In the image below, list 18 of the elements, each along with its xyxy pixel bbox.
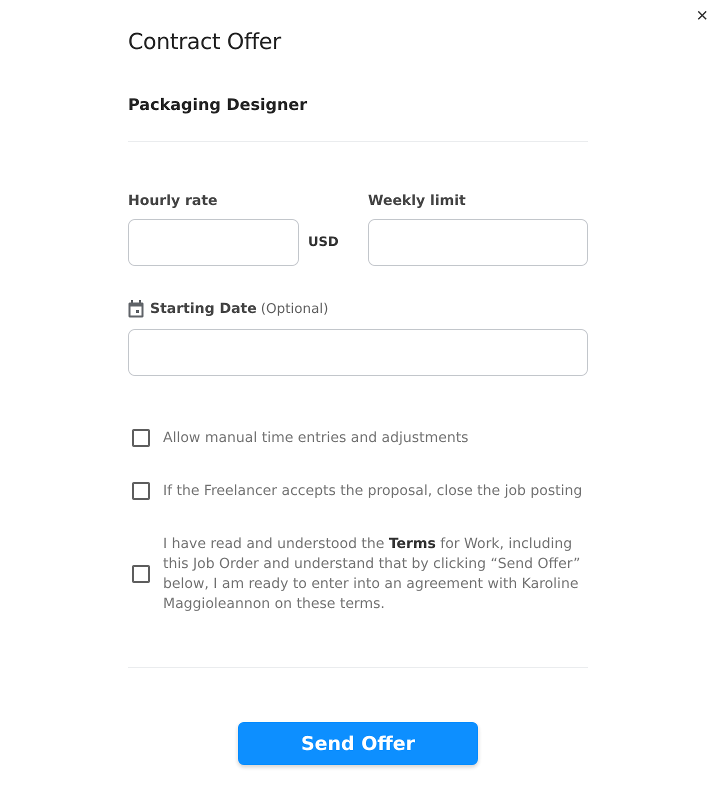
- checkbox[interactable]: [132, 482, 150, 500]
- dialog-title: Contract Offer: [128, 30, 282, 55]
- optional-note: (Optional): [260, 301, 328, 317]
- calendar-icon: [128, 300, 144, 318]
- weekly-limit-field[interactable]: [368, 219, 588, 266]
- close-button[interactable]: ×: [696, 6, 708, 26]
- checkbox-label: Allow manual time entries and adjustments: [163, 429, 468, 448]
- hourly-rate-field[interactable]: [128, 219, 299, 266]
- checkbox[interactable]: [132, 565, 150, 583]
- field-label: Weekly limit: [368, 193, 467, 209]
- currency-label: USD: [308, 235, 339, 250]
- starting-date-field[interactable]: [128, 329, 588, 376]
- checkbox-label: If the Freelancer accepts the proposal, close the job posting: [163, 482, 582, 501]
- field-label: Starting Date: [150, 301, 257, 317]
- checkbox[interactable]: [132, 429, 150, 447]
- field-label: Hourly rate: [128, 193, 219, 209]
- checkbox-label: I have read and understood the Terms for Work, including this Job Order and understand that by clicking “Send Offer” below, I am ready to enter into an agreement with Karoline Maggioleannon on these terms.: [163, 535, 582, 614]
- job-title: Packaging Designer: [128, 95, 308, 114]
